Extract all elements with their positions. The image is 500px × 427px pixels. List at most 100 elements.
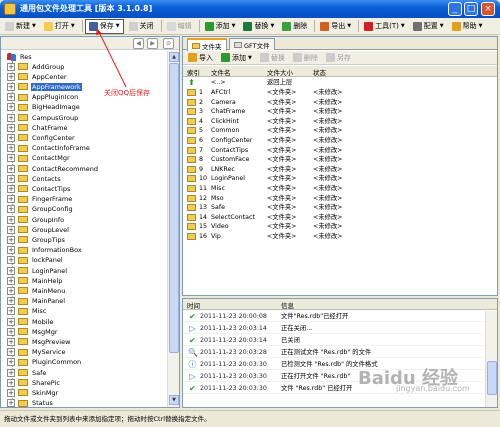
- file-table: 索引 文件名 文件大小 状态 ⬆ <..> 返回上层 1 AFCtrl <文件夹> <…: [183, 66, 497, 294]
- log-message: 已关闭: [281, 337, 300, 344]
- import-icon: [188, 53, 197, 62]
- folder-icon: [187, 233, 196, 240]
- col-info-header[interactable]: 信息: [281, 300, 294, 310]
- col-status-header[interactable]: 状态: [313, 67, 326, 77]
- table-row[interactable]: 16 Vip <文件夹> <未修改>: [183, 232, 497, 241]
- col-time-header[interactable]: 时间: [187, 300, 200, 310]
- list-toolbar-button-3[interactable]: 删除: [290, 50, 321, 65]
- row-index: 3: [199, 108, 204, 116]
- gft-file-icon: [234, 41, 242, 48]
- row-filesize: <文件夹>: [267, 117, 297, 125]
- table-row[interactable]: 1 AFCtrl <文件夹> <未修改>: [183, 88, 497, 97]
- row-index: 6: [199, 137, 204, 144]
- row-status: <未修改>: [313, 204, 343, 212]
- folder-icon: [187, 213, 196, 221]
- list-toolbar-button-1[interactable]: 添加 ▼: [218, 50, 255, 65]
- annotation-text: 关闭QQ后保存: [104, 89, 151, 97]
- row-filename: LoginPanel: [211, 175, 245, 183]
- row-filename: Misc: [211, 185, 225, 192]
- tab-bar: 文件夹 GFT文件: [183, 37, 497, 51]
- log-time: 2011-11-23 20:03:30: [200, 361, 267, 368]
- row-filesize: <文件夹>: [267, 146, 297, 154]
- log-row[interactable]: ▷ 2011-11-23 20:03:14 正在关闭...: [183, 323, 483, 334]
- row-status: <未修改>: [313, 223, 343, 231]
- table-row[interactable]: 6 ConfigCenter <文件夹> <未修改>: [183, 136, 497, 145]
- table-row[interactable]: 12 Mso <文件夹> <未修改>: [183, 194, 497, 203]
- list-toolbar: 导入 添加 ▼ 替换 删除 另存: [183, 51, 497, 65]
- list-toolbar-button-2[interactable]: 替换: [257, 50, 288, 65]
- row-status: <未修改>: [313, 233, 343, 240]
- tab-folder-label: 文件夹: [202, 42, 222, 51]
- table-row[interactable]: 5 Common <文件夹> <未修改>: [183, 126, 497, 135]
- row-status: <未修改>: [313, 108, 343, 116]
- col-filesize-header[interactable]: 文件大小: [267, 67, 293, 77]
- table-row[interactable]: 13 Safe <文件夹> <未修改>: [183, 203, 497, 212]
- folder-icon: [187, 165, 196, 173]
- table-row[interactable]: 11 Misc <文件夹> <未修改>: [183, 184, 497, 193]
- table-row[interactable]: 8 CustomFace <文件夹> <未修改>: [183, 155, 497, 164]
- folder-icon: [187, 89, 196, 96]
- log-time: 2011-11-23 20:03:30: [200, 373, 267, 380]
- table-row[interactable]: 9 LNKRec <文件夹> <未修改>: [183, 165, 497, 174]
- folder-icon: [187, 175, 196, 183]
- file-list-panel: 文件夹 GFT文件 导入 添加 ▼ 替换 删除 另存 索引 文件名 文件大小 状态 ⬆ <…: [182, 36, 498, 296]
- row-filesize: <文件夹>: [267, 89, 297, 96]
- list-toolbar-label: 添加: [232, 53, 246, 62]
- log-scrollbar[interactable]: [485, 311, 497, 407]
- folder-icon: [187, 156, 196, 164]
- watermark-url: jingyan.baidu.com: [396, 384, 470, 393]
- list-toolbar-label: 替换: [270, 53, 285, 62]
- table-row[interactable]: 2 Camera <文件夹> <未修改>: [183, 98, 497, 107]
- row-index: 1: [199, 89, 204, 96]
- log-scroll-thumb[interactable]: [487, 361, 497, 395]
- row-filename: Common: [211, 127, 240, 135]
- tab-gft-label: GFT文件: [244, 41, 270, 50]
- up-arrow-icon: ⬆: [188, 78, 195, 87]
- row-filename: AFCtrl: [211, 89, 231, 96]
- check-icon: ✔: [189, 384, 196, 393]
- folder-icon: [192, 42, 200, 49]
- tab-gft-file[interactable]: GFT文件: [229, 38, 275, 50]
- list-toolbar-label: 导入: [199, 53, 213, 62]
- table-row[interactable]: 4 ClickHint <文件夹> <未修改>: [183, 117, 497, 126]
- row-filesize: <文件夹>: [267, 213, 297, 221]
- row-index: 13: [199, 204, 208, 212]
- table-row[interactable]: 15 Video <文件夹> <未修改>: [183, 222, 497, 231]
- col-index-header[interactable]: 索引: [187, 67, 200, 77]
- log-row[interactable]: 🔍 2011-11-23 20:03:28 正在测试文件 "Res.rdb" 的文件: [183, 347, 483, 358]
- row-index: 11: [199, 185, 208, 192]
- row-status: <未修改>: [313, 89, 343, 96]
- log-row[interactable]: ✔ 2011-11-23 20:00:08 文件"Res.rdb"已经打开: [183, 311, 483, 322]
- log-row[interactable]: ✔ 2011-11-23 20:03:14 已关闭: [183, 335, 483, 346]
- row-filesize: <文件夹>: [267, 175, 297, 183]
- row-filename: ContactTips: [211, 146, 249, 154]
- table-row[interactable]: 10 LoginPanel <文件夹> <未修改>: [183, 174, 497, 183]
- list-toolbar-button-0[interactable]: 导入: [185, 50, 216, 65]
- log-message: 正在打开文件 "Res.rdb": [281, 373, 351, 380]
- row-filesize: <文件夹>: [267, 185, 297, 192]
- log-message: 正在测试文件 "Res.rdb" 的文件: [281, 349, 372, 356]
- folder-icon: [187, 204, 196, 212]
- row-filename: ClickHint: [211, 117, 239, 125]
- row-filename: ChatFrame: [211, 108, 246, 116]
- folder-icon: [187, 117, 196, 125]
- row-filesize: <文件夹>: [267, 223, 297, 231]
- col-filename-header[interactable]: 文件名: [211, 67, 231, 77]
- table-row[interactable]: 3 ChatFrame <文件夹> <未修改>: [183, 107, 497, 116]
- table-row[interactable]: 14 SelectContact <文件夹> <未修改>: [183, 213, 497, 222]
- row-filename: CustomFace: [211, 156, 250, 164]
- table-row-parent[interactable]: ⬆ <..> 返回上层: [183, 78, 497, 87]
- list-toolbar-button-4[interactable]: 另存: [323, 50, 354, 65]
- status-bar: 拖动文件或文件夹到列表中来添加指定项；拖动时按Ctrl替换指定文件。: [0, 410, 500, 427]
- chevron-down-icon[interactable]: ▼: [248, 55, 252, 61]
- row-filename: ConfigCenter: [211, 137, 253, 144]
- row-filename: Camera: [211, 98, 236, 106]
- table-row[interactable]: 7 ContactTips <文件夹> <未修改>: [183, 146, 497, 155]
- row-status: <未修改>: [313, 165, 343, 173]
- row-filesize: <文件夹>: [267, 233, 297, 240]
- folder-icon: [187, 146, 196, 154]
- row-index: 12: [199, 194, 208, 202]
- add-icon: [221, 53, 230, 62]
- play-icon: ▷: [189, 324, 196, 333]
- row-filesize: <文件夹>: [267, 204, 297, 212]
